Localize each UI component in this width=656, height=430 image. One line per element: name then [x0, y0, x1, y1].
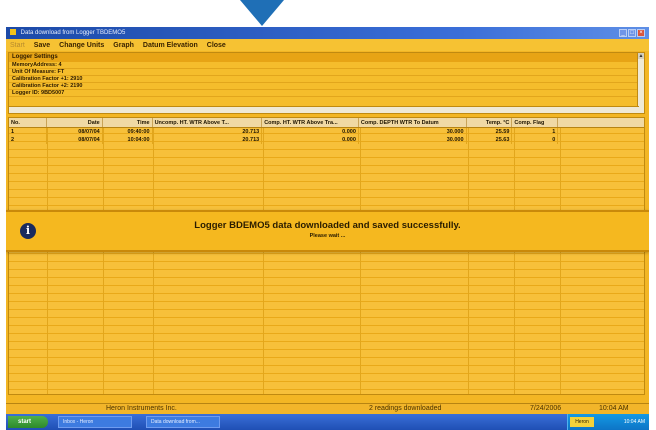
- column-divider: [560, 128, 561, 394]
- settings-line: MemoryAddress: 4: [9, 62, 644, 69]
- tray-chip[interactable]: Heron: [570, 417, 594, 427]
- settings-line: Logger ID: 9BD5007: [9, 90, 644, 97]
- menu-datum-elevation[interactable]: Datum Elevation: [143, 42, 198, 49]
- column-divider: [103, 128, 104, 394]
- window-titlebar[interactable]: Data download from Logger TBDEMO5 _ □ ×: [6, 27, 649, 39]
- window-controls: _ □ ×: [619, 29, 645, 37]
- cell-blank: [558, 136, 644, 144]
- taskbar-button[interactable]: Data download from...: [146, 416, 220, 428]
- column-header-uncomp-ht[interactable]: Uncomp. HT. WTR Above T...: [153, 118, 263, 127]
- status-records: 2 readings downloaded: [369, 405, 442, 412]
- window-title: Data download from Logger TBDEMO5: [20, 30, 126, 36]
- pointer-arrow-icon: [240, 0, 284, 26]
- cell-no: 2: [9, 136, 47, 144]
- menu-bar: Start Save Change Units Graph Datum Elev…: [6, 39, 649, 51]
- start-button[interactable]: start: [8, 416, 48, 428]
- cell-date: 08/07/04: [47, 136, 103, 144]
- readings-table: No. Date Time Uncomp. HT. WTR Above T...…: [8, 117, 645, 395]
- column-header-no[interactable]: No.: [9, 118, 47, 127]
- cell-comp-flag: 1: [512, 128, 559, 136]
- cell-time: 10:04:00: [103, 136, 153, 144]
- menu-close[interactable]: Close: [207, 42, 226, 49]
- column-divider: [47, 128, 48, 394]
- tray-clock: 10:04 AM: [623, 419, 645, 425]
- menu-graph[interactable]: Graph: [113, 42, 134, 49]
- system-tray: Heron 10:04 AM: [567, 414, 649, 430]
- menu-start[interactable]: Start: [10, 42, 25, 49]
- app-window: Data download from Logger TBDEMO5 _ □ × …: [6, 27, 649, 430]
- cell-no: 1: [9, 128, 47, 136]
- cell-time: 09:40:00: [103, 128, 153, 136]
- cell-comp-ht: 0.000: [262, 136, 359, 144]
- notification-message: Logger BDEMO5 data downloaded and saved …: [194, 220, 461, 231]
- app-icon: [10, 29, 16, 36]
- logger-settings-panel: Logger Settings MemoryAddress: 4 Unit Of…: [8, 52, 645, 114]
- column-header-comp-ht[interactable]: Comp. HT. WTR Above Tra...: [262, 118, 359, 127]
- taskbar-button[interactable]: Inbox - Heron: [58, 416, 132, 428]
- column-header-temp[interactable]: Temp. °C: [467, 118, 513, 127]
- column-header-date[interactable]: Date: [47, 118, 103, 127]
- minimize-button[interactable]: _: [619, 29, 627, 37]
- cell-uncomp-ht: 20.713: [153, 136, 263, 144]
- maximize-button[interactable]: □: [628, 29, 636, 37]
- close-window-button[interactable]: ×: [637, 29, 645, 37]
- column-divider: [153, 128, 154, 394]
- table-header: No. Date Time Uncomp. HT. WTR Above T...…: [9, 118, 644, 128]
- settings-line: Unit Of Measure: FT: [9, 69, 644, 76]
- cell-uncomp-ht: 20.713: [153, 128, 263, 136]
- menu-change-units[interactable]: Change Units: [59, 42, 104, 49]
- column-divider: [468, 128, 469, 394]
- column-header-comp-depth[interactable]: Comp. DEPTH WTR To Datum: [359, 118, 467, 127]
- cell-comp-flag: 0: [512, 136, 559, 144]
- success-notification: i Logger BDEMO5 data downloaded and save…: [6, 210, 649, 252]
- settings-line: Calibration Factor +2: 2190: [9, 83, 644, 90]
- column-divider: [360, 128, 361, 394]
- cell-comp-ht: 0.000: [262, 128, 359, 136]
- status-time: 10:04 AM: [599, 405, 629, 412]
- table-row[interactable]: 1 08/07/04 09:40:00 20.713 0.000 30.000 …: [9, 128, 644, 136]
- column-divider: [263, 128, 264, 394]
- cell-temp: 25.63: [467, 136, 513, 144]
- menu-save[interactable]: Save: [34, 42, 50, 49]
- table-row[interactable]: 2 08/07/04 10:04:00 20.713 0.000 30.000 …: [9, 136, 644, 144]
- os-taskbar: start Inbox - Heron Data download from..…: [6, 414, 649, 430]
- settings-header: Logger Settings: [9, 53, 644, 62]
- column-divider: [514, 128, 515, 394]
- cell-comp-depth: 30.000: [359, 128, 467, 136]
- status-date: 7/24/2006: [530, 405, 562, 412]
- cell-blank: [558, 128, 644, 136]
- settings-line: Calibration Factor +1: 2910: [9, 76, 644, 83]
- cell-date: 08/07/04: [47, 128, 103, 136]
- cell-temp: 25.59: [467, 128, 513, 136]
- status-bar: Heron Instruments Inc. 2 readings downlo…: [6, 403, 649, 413]
- cell-comp-depth: 30.000: [359, 136, 467, 144]
- column-header-time[interactable]: Time: [103, 118, 153, 127]
- status-company: Heron Instruments Inc.: [106, 405, 177, 412]
- settings-vertical-scrollbar[interactable]: ▲: [637, 53, 644, 113]
- scroll-up-icon[interactable]: ▲: [638, 53, 644, 59]
- column-header-comp-flag[interactable]: Comp. Flag: [512, 118, 559, 127]
- notification-subtext: Please wait ...: [309, 233, 346, 239]
- settings-horizontal-scrollbar[interactable]: [9, 106, 639, 113]
- column-header-blank: [558, 118, 644, 127]
